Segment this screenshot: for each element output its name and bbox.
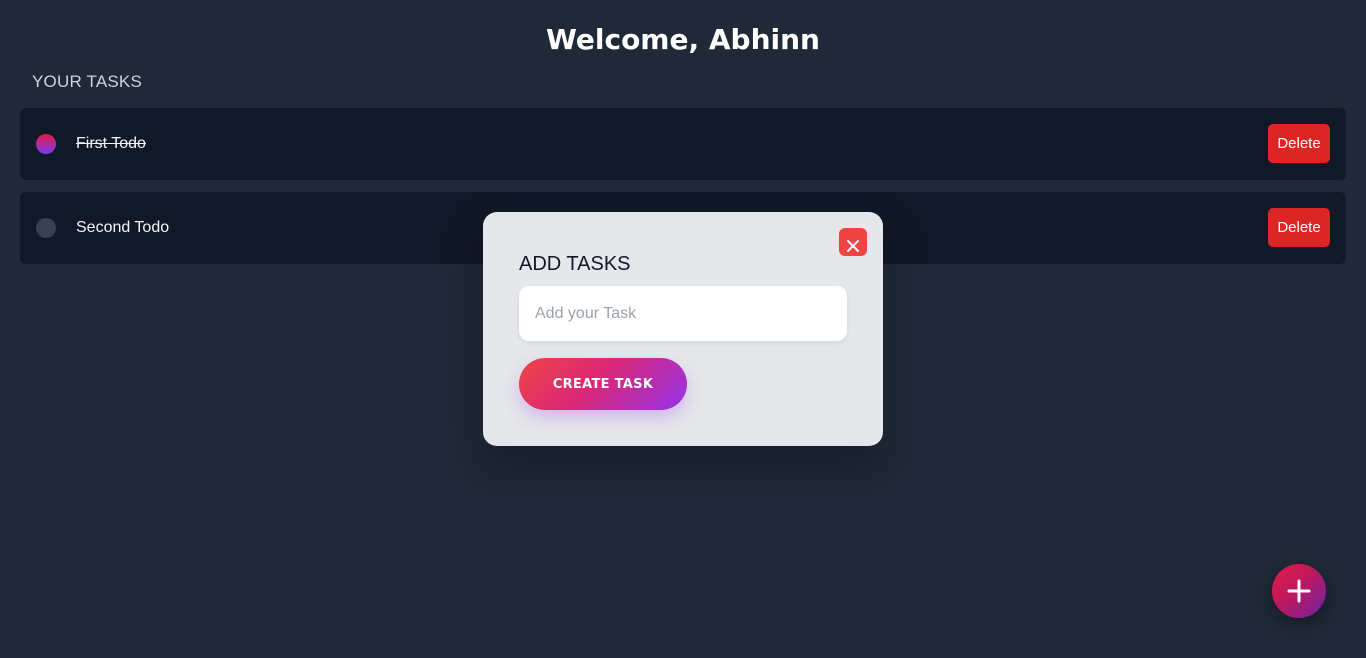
task-complete-toggle[interactable] bbox=[36, 134, 56, 154]
plus-icon bbox=[1287, 579, 1311, 603]
create-task-button[interactable]: CREATE TASK bbox=[519, 358, 687, 410]
task-label: Second Todo bbox=[76, 219, 170, 236]
page-title: Welcome, Abhinn bbox=[546, 23, 820, 56]
app-page: Welcome, Abhinn YOUR TASKS First Todo De… bbox=[0, 0, 1366, 658]
task-input[interactable] bbox=[519, 286, 847, 341]
task-complete-toggle[interactable] bbox=[36, 218, 56, 238]
modal-title: ADD TASKS bbox=[519, 253, 631, 275]
tasks-section-title: YOUR TASKS bbox=[32, 72, 143, 91]
task-item: First Todo Delete bbox=[20, 108, 1346, 180]
delete-task-button[interactable]: Delete bbox=[1268, 124, 1330, 163]
add-task-modal: ADD TASKS CREATE TASK bbox=[483, 212, 883, 446]
add-task-fab[interactable] bbox=[1272, 564, 1326, 618]
task-label: First Todo bbox=[76, 135, 146, 152]
delete-task-button[interactable]: Delete bbox=[1268, 208, 1330, 247]
close-icon bbox=[847, 239, 859, 252]
close-modal-button[interactable] bbox=[839, 228, 867, 256]
